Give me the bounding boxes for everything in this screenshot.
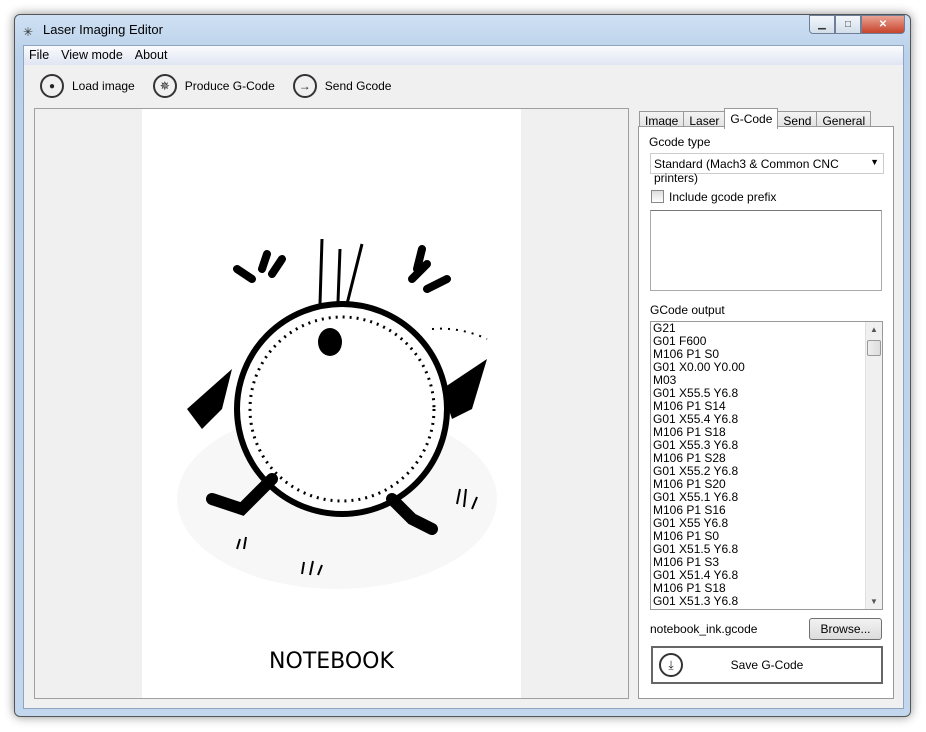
load-image-button[interactable]: ● Load image — [40, 74, 135, 98]
gcode-line: G01 X51.3 Y6.8 — [653, 594, 739, 608]
scrollbar-thumb[interactable] — [867, 340, 881, 356]
gcode-type-value: Standard (Mach3 & Common CNC printers) — [654, 157, 839, 185]
include-prefix-checkbox[interactable] — [651, 190, 664, 203]
menu-view-mode[interactable]: View mode — [61, 46, 129, 65]
gcode-line: G01 X0.00 Y0.00 — [653, 360, 745, 374]
send-gcode-button[interactable]: → Send Gcode — [292, 74, 392, 98]
gcode-filename: notebook_ink.gcode — [650, 622, 758, 636]
image-preview: NOTEBOOK — [142, 109, 521, 698]
scrollbar[interactable]: ▲ ▼ — [865, 322, 882, 609]
include-prefix-label[interactable]: Include gcode prefix — [669, 190, 776, 204]
ink-illustration — [177, 238, 497, 589]
maximize-button[interactable]: □ — [835, 15, 861, 34]
image-preview-panel[interactable]: NOTEBOOK — [34, 108, 629, 699]
scroll-up-icon[interactable]: ▲ — [870, 325, 878, 334]
camera-icon: ● — [40, 74, 64, 98]
chevron-down-icon: ▼ — [870, 157, 879, 167]
produce-gcode-button[interactable]: ✵ Produce G-Code — [152, 74, 275, 98]
minimize-button[interactable]: ▁ — [809, 15, 835, 34]
gcode-tab-page: Gcode type Standard (Mach3 & Common CNC … — [638, 126, 894, 699]
menu-bar: File View mode About — [24, 46, 903, 65]
client-area: File View mode About ● Load image ✵ Produc… — [23, 45, 904, 709]
produce-gcode-label: Produce G-Code — [184, 79, 275, 93]
laser-icon: ✳ — [23, 25, 34, 39]
app-window: ✳ Laser Imaging Editor ▁ □ ✕ File View m… — [14, 14, 911, 717]
menu-file[interactable]: File — [29, 46, 55, 65]
scroll-down-icon[interactable]: ▼ — [870, 597, 878, 606]
gcode-type-select[interactable]: Standard (Mach3 & Common CNC printers) ▼ — [650, 153, 884, 185]
gcode-lines: G21 G01 F600 M106 P1 S0 G01 X0.00 Y0.00 M03 G… — [651, 322, 882, 608]
window-title: Laser Imaging Editor — [43, 22, 163, 37]
gcode-prefix-textarea[interactable] — [650, 210, 882, 291]
image-caption: NOTEBOOK — [269, 649, 394, 674]
save-gcode-label: Save G-Code — [730, 658, 804, 672]
tab-gcode[interactable]: G-Code — [724, 108, 779, 129]
gcode-type-label: Gcode type — [649, 135, 711, 149]
laser-burst-icon: ✵ — [152, 74, 177, 98]
gcode-output-label: GCode output — [650, 303, 725, 317]
close-button[interactable]: ✕ — [861, 15, 905, 34]
browse-button[interactable]: Browse... — [809, 618, 882, 640]
toolbar: ● Load image ✵ Produce G-Code → Send Gcode — [40, 74, 391, 98]
arrow-right-icon: → — [292, 74, 317, 98]
send-gcode-label: Send Gcode — [324, 79, 392, 93]
save-gcode-button[interactable]: ⤓ Save G-Code — [651, 646, 883, 684]
load-image-label: Load image — [72, 79, 135, 93]
menu-about[interactable]: About — [135, 46, 174, 65]
gcode-output-list[interactable]: G21 G01 F600 M106 P1 S0 G01 X0.00 Y0.00 M03 G… — [650, 321, 883, 610]
